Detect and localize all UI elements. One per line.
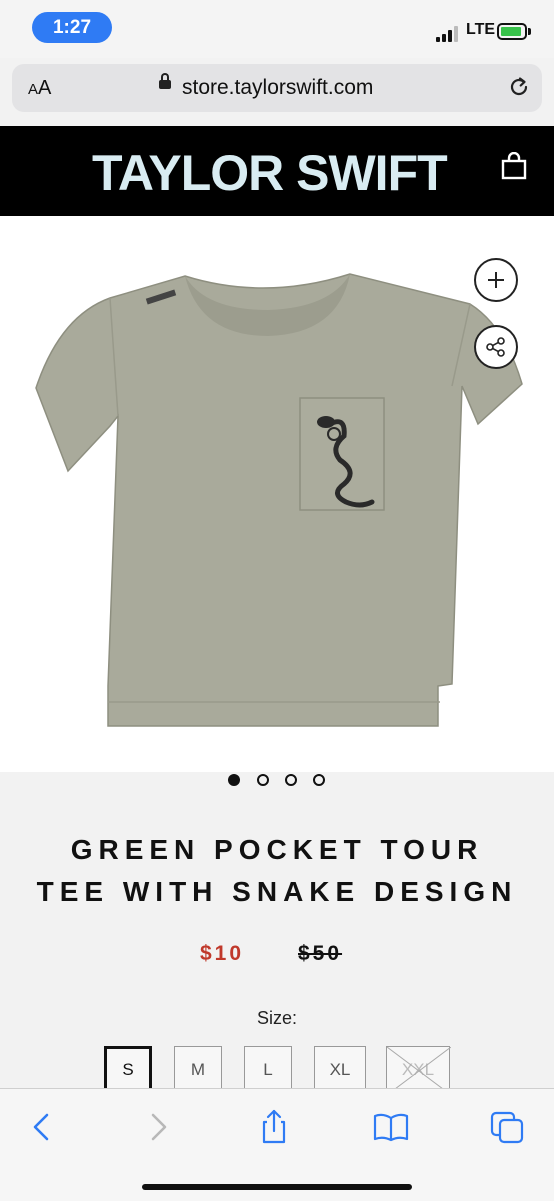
status-time[interactable]: 1:27 <box>32 12 112 43</box>
share-button[interactable] <box>474 325 518 369</box>
address-bar[interactable]: AA store.taylorswift.com <box>12 64 542 112</box>
product-image-carousel[interactable] <box>0 216 554 772</box>
plus-icon <box>488 272 504 288</box>
size-option-xxl[interactable]: XXL <box>386 1046 451 1095</box>
text-size-button[interactable]: AA <box>28 77 51 100</box>
bookmarks-icon[interactable] <box>371 1107 411 1147</box>
carousel-dot[interactable] <box>257 774 269 786</box>
shopping-bag-icon[interactable] <box>500 152 528 180</box>
zoom-button[interactable] <box>474 258 518 302</box>
network-label: LTE <box>466 21 496 38</box>
battery-icon <box>497 23 527 40</box>
share-icon[interactable] <box>254 1107 294 1147</box>
carousel-dots <box>228 774 328 788</box>
sale-price: $10 <box>200 942 245 965</box>
share-nodes-icon <box>486 337 505 357</box>
product-image <box>35 273 523 727</box>
tabs-icon[interactable] <box>488 1107 528 1147</box>
size-option-l[interactable]: L <box>244 1046 292 1094</box>
home-indicator[interactable] <box>142 1184 412 1190</box>
status-bar: 1:27 LTE <box>0 0 554 58</box>
size-label: Size: <box>256 1008 298 1028</box>
carousel-dot[interactable] <box>228 774 240 786</box>
size-option-m[interactable]: M <box>174 1046 222 1094</box>
battery-tip <box>528 28 531 35</box>
product-title-line1: GREEN POCKET TOUR <box>70 834 484 865</box>
size-option-s[interactable]: S <box>104 1046 152 1094</box>
lock-icon <box>159 73 171 89</box>
signal-icon <box>436 26 462 42</box>
product-title-line2: TEE WITH SNAKE DESIGN <box>36 876 518 907</box>
carousel-dot[interactable] <box>313 774 325 786</box>
original-price: $50 <box>298 942 343 965</box>
site-header: TAYLOR SWIFT <box>0 126 554 216</box>
forward-icon[interactable] <box>138 1107 178 1147</box>
back-icon[interactable] <box>22 1107 62 1147</box>
size-option-xl[interactable]: XL <box>314 1046 366 1094</box>
brand-logo[interactable]: TAYLOR SWIFT <box>92 144 448 202</box>
carousel-dot[interactable] <box>285 774 297 786</box>
reload-icon[interactable] <box>506 74 532 100</box>
url-text[interactable]: store.taylorswift.com <box>182 76 373 100</box>
